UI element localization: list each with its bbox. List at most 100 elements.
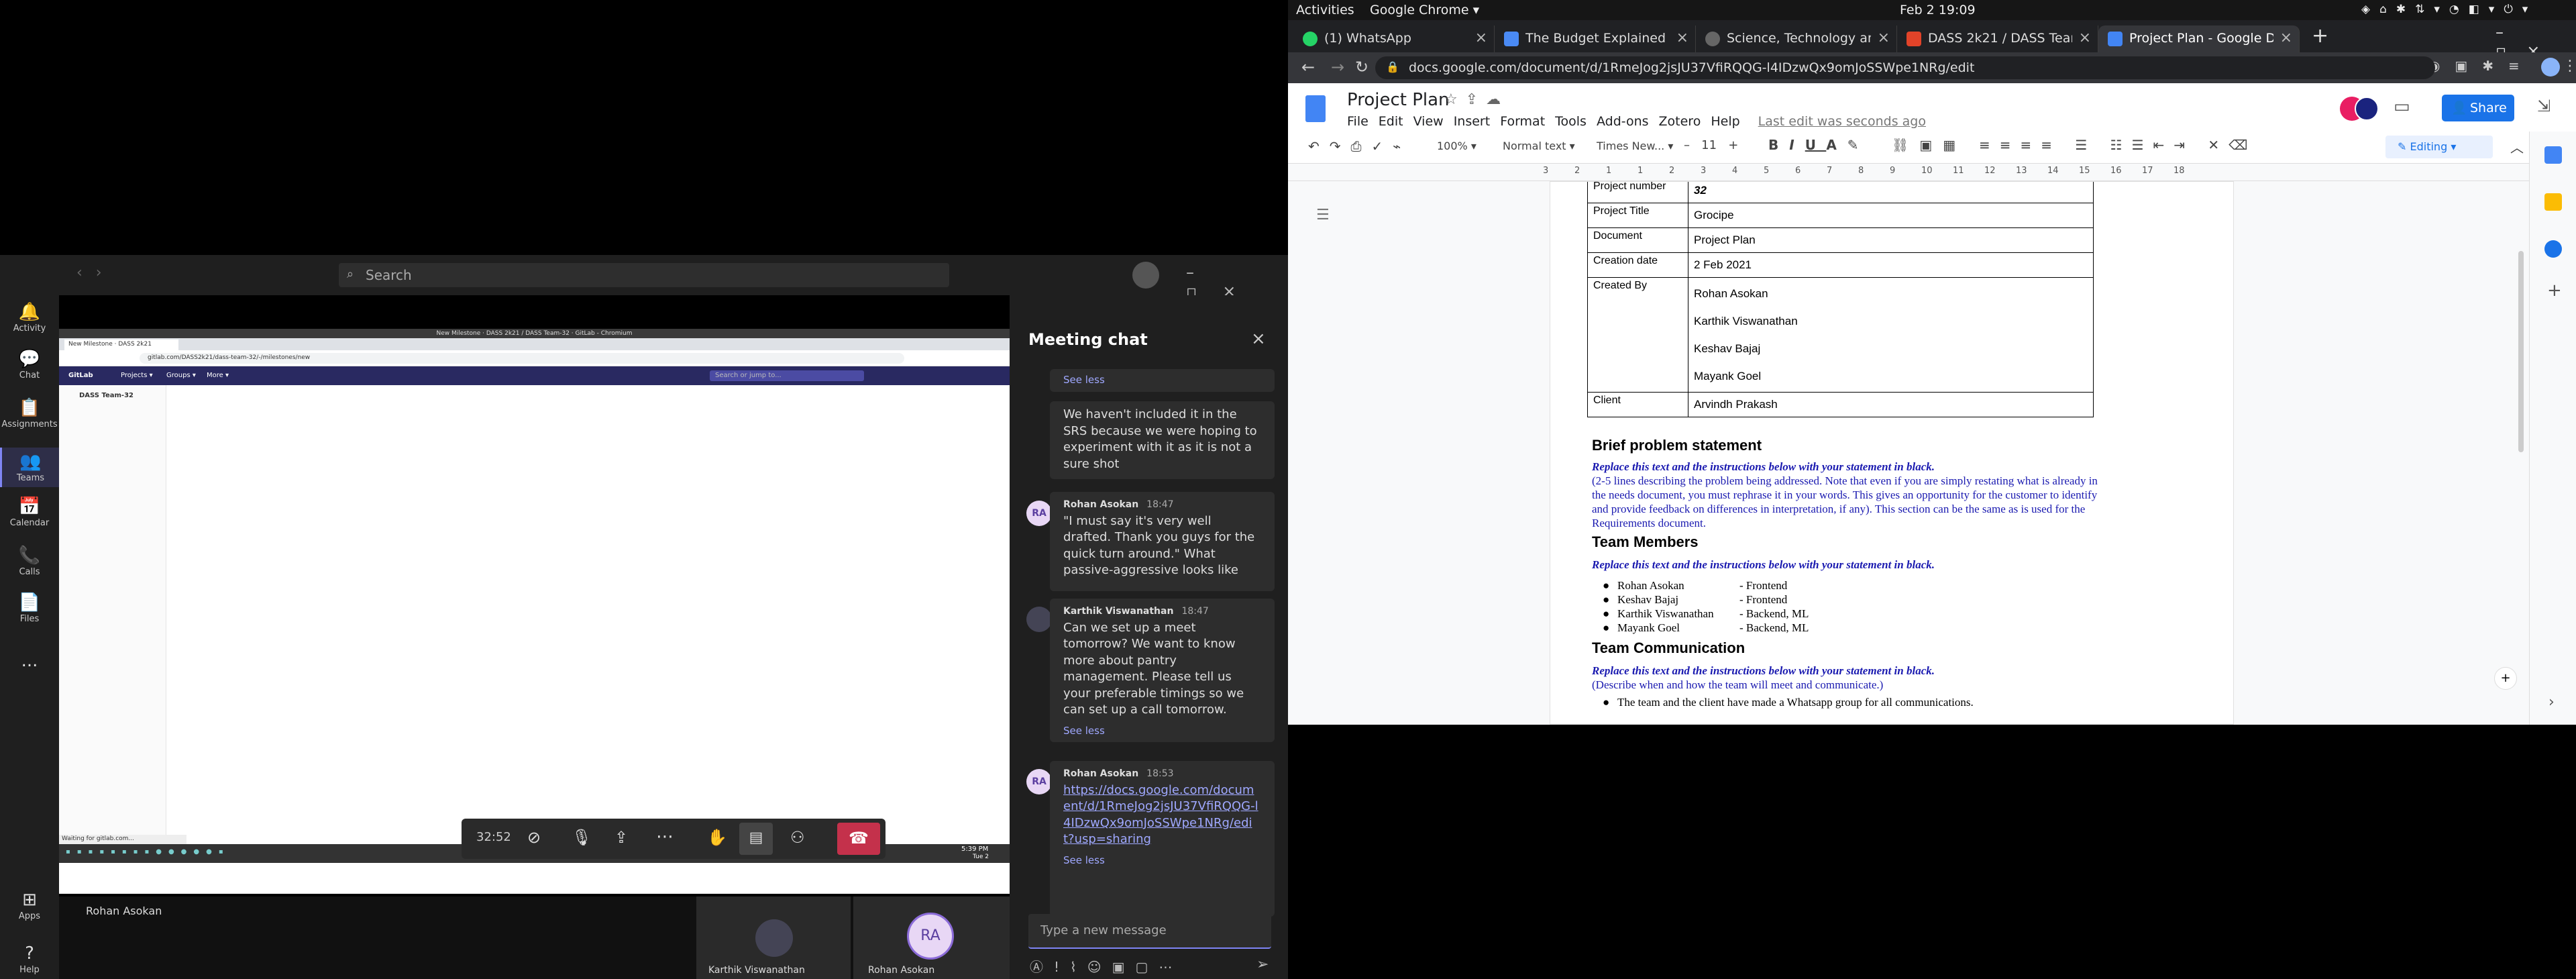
nav-activity[interactable]: 🔔 Activity [0,302,59,333]
nav-chat[interactable]: 💬 Chat [0,349,59,380]
zoom-select[interactable]: 100% ▾ [1437,140,1477,152]
reload-button[interactable]: ↻ [1355,58,1368,76]
microphone-icon[interactable]: 🎙 [572,828,592,847]
docs-logo-icon[interactable] [1305,95,1326,122]
nav-calls[interactable]: 📞 Calls [0,546,59,577]
editing-mode-select[interactable]: ✎ Editing ▾ [2385,136,2493,158]
participant-tile[interactable]: Karthik Viswanathan [696,896,851,979]
member-role: - Backend, ML [1739,607,1809,620]
share-button[interactable]: 👤 Share [2442,95,2514,121]
menu-file[interactable]: File [1347,114,1368,129]
nav-help[interactable]: ? Help [0,943,59,975]
close-icon[interactable]: × [2280,30,2292,46]
menu-zotero[interactable]: Zotero [1659,114,1701,129]
menu-tools[interactable]: Tools [1555,114,1587,129]
keep-icon[interactable] [2544,193,2562,211]
insert-icons[interactable]: ⛓▣▦ [1892,137,1966,153]
raise-hand-icon[interactable]: ✋ [707,828,727,847]
back-button[interactable]: ← [1301,58,1315,76]
avatar[interactable]: RA [1026,769,1052,794]
new-tab-button[interactable]: + [2312,24,2328,48]
close-icon[interactable]: × [2079,30,2091,46]
camera-off-icon[interactable]: ⊘ [527,828,541,847]
scrollbar[interactable] [2518,251,2524,452]
menu-view[interactable]: View [1413,114,1444,129]
collapse-toolbar-icon[interactable]: ︿ [2510,137,2524,156]
tab-budget[interactable]: The Budget Explained in S × [1495,25,1696,52]
meeting-chat-panel: Meeting chat × See less We haven't inclu… [1010,295,1288,979]
participant-tile[interactable]: RA Rohan Asokan [853,896,1010,979]
menu-format[interactable]: Format [1500,114,1545,129]
tab-gitlab[interactable]: DASS 2k21 / DASS Team- × [1897,25,2098,52]
close-icon[interactable]: × [1251,329,1266,349]
compose-tool-icons[interactable]: Ⓐ!⌇☺▣▢⋯ [1030,956,1183,976]
style-select[interactable]: Normal text ▾ [1503,140,1575,152]
menu-edit[interactable]: Edit [1379,114,1403,129]
app-menu[interactable]: Google Chrome ▾ [1370,3,1479,17]
chat-link[interactable]: https://docs.google.com/document/d/1RmeJ… [1063,782,1261,848]
tab-whatsapp[interactable]: (1) WhatsApp × [1293,25,1495,52]
undo-redo-print-icons[interactable]: ↶↷⎙✓⌁ [1308,138,1411,154]
tab-project-plan[interactable]: Project Plan - Google Doc × [2098,25,2300,52]
see-less-link[interactable]: See less [1063,372,1261,389]
system-tray-icons[interactable]: ◈⌂✱⇅▾◔◧▾⏻▾ [2361,3,2537,16]
menu-icon[interactable]: ⋮ [2563,58,2576,74]
ruler-number: 1 [1638,166,1644,176]
format-icons[interactable]: BIUA✎ [1768,137,1870,153]
chat-message-input[interactable]: Type a new message [1028,914,1271,949]
table-row: Project number 32 [1587,182,2094,203]
hang-up-button[interactable]: ☎ [837,823,880,855]
nav-teams[interactable]: 👥 Teams [0,448,59,487]
nav-files[interactable]: 📄 Files [0,592,59,624]
expand-panel-icon[interactable]: › [2548,694,2555,711]
font-select[interactable]: Times New... ▾ [1597,140,1673,152]
avatar[interactable] [1026,607,1052,632]
activities-button[interactable]: Activities [1296,3,1354,17]
forward-button[interactable]: → [1331,58,1344,76]
search-input[interactable]: ⌕ Search [339,263,949,287]
document-page[interactable]: Project number 32 Project Title Grocipe Docu… [1550,181,2234,725]
align-icons[interactable]: ≡≡≡≡ ☰ ☷☰⇤⇥ ✕⌫ [1979,137,2257,153]
profile-avatar[interactable] [2541,58,2560,76]
chat-toggle-icon[interactable]: ▤ [739,823,773,855]
nav-apps[interactable]: ⊞ Apps [0,890,59,921]
star-move-cloud-icons[interactable]: ☆⇪☁ [1444,91,1509,108]
table-key: Project Title [1587,203,1688,228]
see-less-link[interactable]: See less [1063,852,1261,869]
calendar-icon[interactable] [2544,146,2562,164]
nav-assignments[interactable]: 📋 Assignments [0,398,59,429]
font-size-stepper[interactable]: – 11 + [1684,138,1738,152]
participants-icon[interactable]: ⚇ [790,828,805,847]
font-size-value: 11 [1701,138,1717,152]
tab-science[interactable]: Science, Technology and E × [1696,25,1897,52]
add-addon-icon[interactable]: + [2547,280,2562,301]
menu-addons[interactable]: Add-ons [1597,114,1649,129]
user-avatar[interactable] [1132,262,1159,289]
last-edit-link[interactable]: Last edit was seconds ago [1758,114,1926,129]
nav-calendar[interactable]: 📅 Calendar [0,497,59,528]
instruction-text: Replace this text and the instructions b… [1592,558,1935,571]
tasks-icon[interactable] [2544,240,2562,258]
document-outline-icon[interactable]: ☰ [1316,207,1330,223]
menu-help[interactable]: Help [1711,114,1739,129]
comments-icon[interactable]: ▭ [2394,97,2410,117]
url-input[interactable]: 🔒 docs.google.com/document/d/1RmeJog2jsJ… [1375,56,2435,79]
menu-insert[interactable]: Insert [1454,114,1491,129]
add-comment-icon[interactable]: + [2494,667,2517,690]
more-actions-icon[interactable]: ⋯ [656,827,674,847]
see-less-link[interactable]: See less [1063,723,1261,739]
document-title[interactable]: Project Plan [1347,90,1450,110]
close-icon[interactable]: × [1676,30,1688,46]
avatar[interactable]: RA [1026,501,1052,526]
close-icon[interactable]: × [1475,30,1487,46]
send-icon[interactable]: ➢ [1256,956,1269,973]
close-icon[interactable]: × [1878,30,1890,46]
ruler[interactable]: 3 2 1 1 2 3 4 5 6 7 8 9 10 11 12 13 14 15 16 17 18 [1288,164,2576,181]
hide-menus-icon[interactable]: ⇲ [2537,97,2551,115]
clock[interactable]: Feb 2 19:09 [1900,3,1976,17]
share-screen-icon[interactable]: ⇪ [614,828,628,847]
zoom-value: 100% [1437,140,1468,152]
history-nav-icons[interactable]: ‹› [76,264,115,281]
collaborator-avatar[interactable] [2355,97,2379,121]
nav-[interactable]: ... [0,650,59,671]
